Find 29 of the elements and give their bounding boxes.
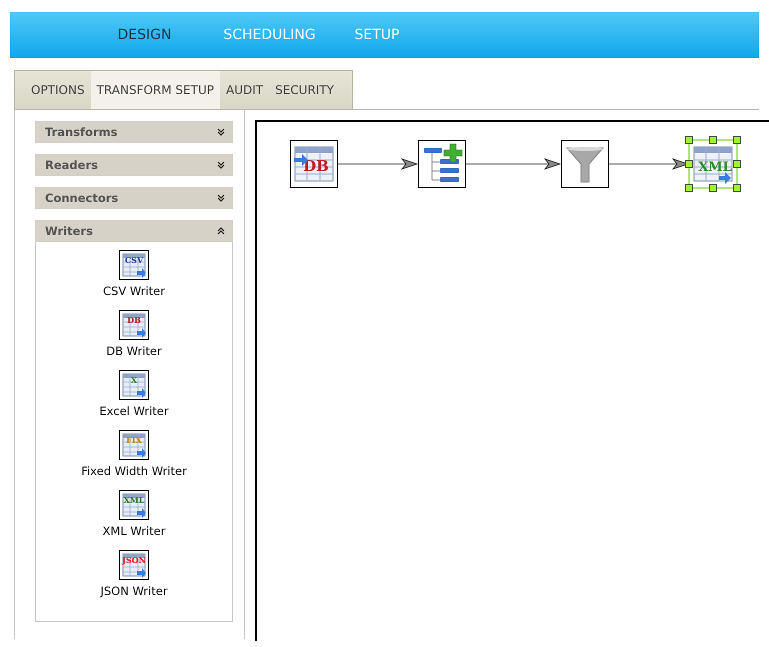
writer-label: Excel Writer <box>99 404 169 418</box>
node[interactable]: XML <box>685 136 741 192</box>
writer-label: JSON Writer <box>100 584 168 598</box>
writer-icon[interactable]: FIX <box>119 430 149 460</box>
tab[interactable]: AUDIT <box>220 71 270 109</box>
section-title: Transforms <box>45 125 118 139</box>
palette-section-header[interactable]: Writers <box>35 220 233 242</box>
palette-section-header[interactable]: Connectors <box>35 187 233 209</box>
writer-label: Fixed Width Writer <box>81 464 187 478</box>
nav-tab[interactable]: DESIGN <box>82 12 207 58</box>
node[interactable] <box>418 140 466 188</box>
node[interactable]: DB <box>290 140 338 188</box>
writer-label: DB Writer <box>106 344 162 358</box>
writer-icon[interactable]: DB <box>119 310 149 340</box>
writer-icon[interactable]: JSON <box>119 550 149 580</box>
writer-icon[interactable]: CSV <box>119 250 149 280</box>
writer-label: CSV Writer <box>103 284 165 298</box>
writer-icon[interactable]: X <box>119 370 149 400</box>
tab[interactable]: SECURITY <box>269 71 340 109</box>
palette-section-header[interactable]: Transforms <box>35 121 233 143</box>
writer-icon[interactable]: XML <box>119 490 149 520</box>
palette-section-header[interactable]: Readers <box>35 154 233 176</box>
writer-label: XML Writer <box>102 524 166 538</box>
tab[interactable]: TRANSFORM SETUP <box>90 71 220 109</box>
node[interactable] <box>561 140 609 188</box>
section-title: Connectors <box>45 191 118 205</box>
section-title: Readers <box>45 158 98 172</box>
tab[interactable]: OPTIONS <box>25 71 91 109</box>
section-title: Writers <box>45 224 93 238</box>
